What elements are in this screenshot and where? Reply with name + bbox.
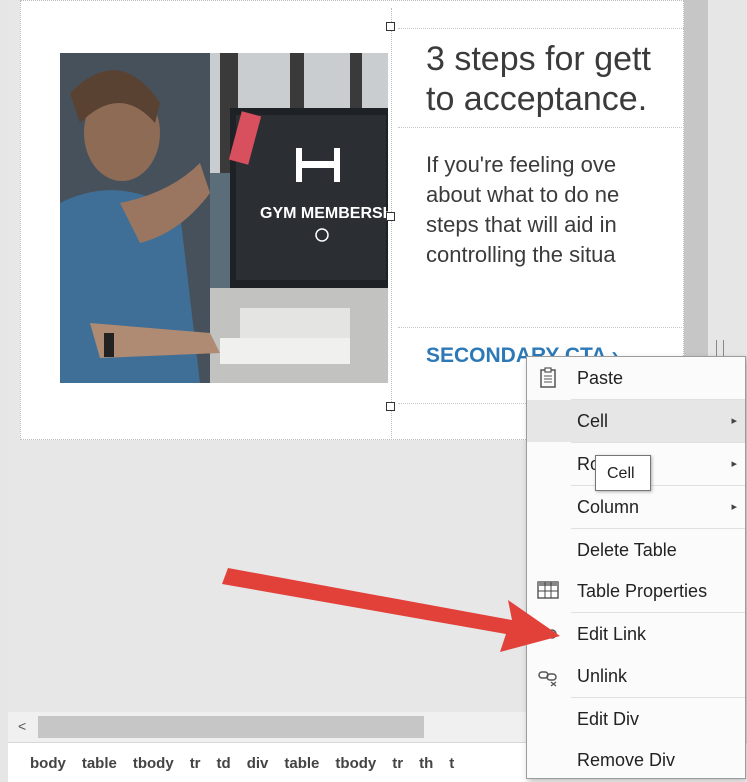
resize-handle[interactable] <box>386 212 395 221</box>
breadcrumb-item[interactable]: tbody <box>133 755 174 772</box>
clipboard-icon <box>537 367 561 389</box>
breadcrumb-item[interactable]: table <box>284 755 319 772</box>
menu-item-cell[interactable]: Cell ▸ <box>527 400 745 442</box>
menu-item-delete-table[interactable]: Delete Table <box>527 529 745 571</box>
headline-row[interactable]: 3 steps for gett to acceptance. <box>398 28 684 128</box>
menu-item-column[interactable]: Column ▸ <box>527 486 745 528</box>
menu-item-label: Paste <box>577 368 624 388</box>
submenu-arrow-icon: ▸ <box>731 501 737 513</box>
menu-item-label: Edit Div <box>577 709 640 729</box>
menu-item-label: Edit Link <box>577 624 647 644</box>
menu-item-label: Table Properties <box>577 581 708 601</box>
breadcrumb-item[interactable]: tr <box>392 755 403 772</box>
menu-item-label: Delete Table <box>577 540 677 560</box>
breadcrumb-item[interactable]: table <box>82 755 117 772</box>
resize-handle[interactable] <box>386 402 395 411</box>
menu-item-label: Column <box>577 497 640 517</box>
text-cell[interactable]: 3 steps for gett to acceptance. If you'r… <box>398 20 684 410</box>
breadcrumb-item[interactable]: div <box>247 755 269 772</box>
menu-item-edit-div[interactable]: Edit Div <box>527 698 745 740</box>
hero-image[interactable]: GYM MEMBERSHI <box>60 53 388 383</box>
breadcrumb-item[interactable]: tr <box>190 755 201 772</box>
scroll-left-arrow-icon[interactable]: < <box>18 718 26 734</box>
body-text[interactable]: If you're feeling ove about what to do n… <box>426 150 684 270</box>
hero-image-graphic: GYM MEMBERSHI <box>60 53 388 383</box>
body-row[interactable]: If you're feeling ove about what to do n… <box>398 138 684 328</box>
breadcrumb-item[interactable]: body <box>30 755 66 772</box>
breadcrumb-item[interactable]: t <box>449 755 454 772</box>
menu-item-label: Remove Div <box>577 750 676 770</box>
image-text: GYM MEMBERSHI <box>260 205 388 222</box>
breadcrumb-item[interactable]: tbody <box>335 755 376 772</box>
submenu-arrow-icon: ▸ <box>731 415 737 427</box>
menu-item-label: Cell <box>577 411 609 431</box>
breadcrumb-item[interactable]: th <box>419 755 433 772</box>
headline[interactable]: 3 steps for gett to acceptance. <box>426 39 684 119</box>
element-path-breadcrumb: body table tbody tr td div table tbody t… <box>30 755 454 772</box>
menu-item-edit-link[interactable]: Edit Link <box>527 613 745 655</box>
menu-item-unlink[interactable]: Unlink <box>527 655 745 697</box>
tooltip: Cell <box>595 455 651 491</box>
submenu-arrow-icon: ▸ <box>731 458 737 470</box>
menu-item-table-properties[interactable]: Table Properties <box>527 570 745 612</box>
table-icon <box>537 580 561 602</box>
editor-window: GYM MEMBERSHI 3 steps for gett to accept… <box>0 0 747 782</box>
splitter-grip-icon[interactable] <box>716 340 724 356</box>
breadcrumb-item[interactable]: td <box>217 755 231 772</box>
menu-item-paste[interactable]: Paste <box>527 357 745 399</box>
context-menu[interactable]: Paste Cell ▸ Row ▸ Column ▸ Delete Table <box>526 356 746 779</box>
menu-item-remove-div[interactable]: Remove Div <box>527 739 745 781</box>
resize-handle[interactable] <box>386 22 395 31</box>
link-icon <box>537 623 561 645</box>
unlink-icon <box>537 665 561 687</box>
horizontal-scroll-thumb[interactable] <box>38 716 424 738</box>
menu-item-label: Unlink <box>577 666 628 686</box>
